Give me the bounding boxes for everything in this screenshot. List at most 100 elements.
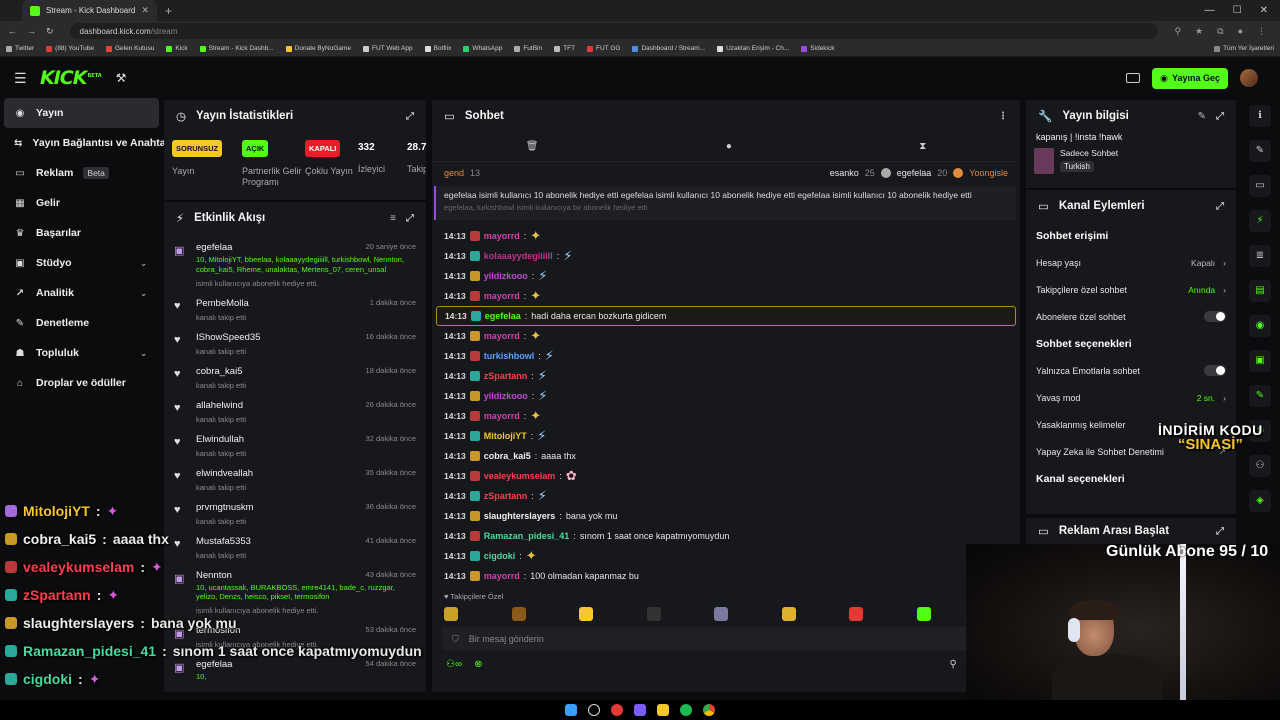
chat-username[interactable]: MitolojiYT	[484, 431, 527, 441]
info-icon[interactable]: ℹ	[1240, 98, 1280, 133]
sidebar-item-community[interactable]: ☗ Topluluk ⌄	[4, 338, 159, 368]
chat-message[interactable]: 14:13 egefelaa: hadi daha ercan bozkurta g…	[436, 306, 1016, 326]
captions-icon[interactable]	[1126, 73, 1141, 83]
app-icon[interactable]	[611, 704, 623, 716]
chat-username[interactable]: vealeykumselam	[484, 471, 556, 481]
bookmark[interactable]: Uzaktan Erişim - Ch...	[717, 45, 789, 52]
category-thumbnail[interactable]	[1034, 148, 1054, 174]
chat-message[interactable]: 14:13 mayorrd:100 olmadan kapanmaz bu	[444, 566, 1008, 586]
emote-icon[interactable]	[781, 607, 796, 621]
browser-tab[interactable]: Stream - Kick Dashboard ✕	[22, 0, 157, 21]
expand-icon[interactable]: ⤢	[406, 213, 414, 224]
feed-username[interactable]: cobra_kai5	[196, 366, 242, 377]
forward-icon[interactable]: →	[27, 26, 36, 36]
edit-icon[interactable]: ✎	[1198, 111, 1206, 122]
chat-message[interactable]: 14:13 zSpartann: ⚡	[444, 366, 1008, 386]
bookmark[interactable]: Twitter	[6, 45, 34, 52]
feed-item[interactable]: ♥ elwindveallah 35 dakika önce kanalı takip…	[164, 462, 426, 496]
leader-name[interactable]: gend	[444, 168, 464, 178]
chat-username[interactable]: Ramazan_pidesi_41	[484, 531, 570, 541]
new-tab-icon[interactable]: +	[165, 4, 172, 18]
feed-item[interactable]: ♥ cobra_kai5 18 dakika önce kanalı takip et…	[164, 360, 426, 394]
profile-icon[interactable]: ●	[1238, 26, 1243, 37]
chat-message[interactable]: 14:13 zSpartann: ⚡	[444, 486, 1008, 506]
sidebar-item-analytics[interactable]: ↗ Analitik ⌄	[4, 278, 159, 308]
chat-message[interactable]: 14:13 mayorrd: ✦	[444, 326, 1008, 346]
hammer-icon[interactable]: ⚒	[116, 71, 127, 85]
chat-message[interactable]: 14:13 turkishbowl: ⚡	[444, 346, 1008, 366]
chat-message[interactable]: 14:13 yildizkooo: ⚡	[444, 266, 1008, 286]
subs-chat-toggle[interactable]	[1204, 311, 1226, 322]
folder-icon[interactable]	[657, 704, 669, 716]
sidebar-item-stream[interactable]: ◉ Yayın	[4, 98, 159, 128]
feed-username[interactable]: PembeMolla	[196, 298, 249, 309]
chat-message[interactable]: 14:13 vealeykumselam: ✿	[444, 466, 1008, 486]
reload-icon[interactable]: ↻	[46, 26, 54, 37]
sidebar-item-ads[interactable]: ▭ Reklam Beta	[4, 158, 159, 188]
chat-message[interactable]: 14:13 slaughterslayers: bana yok mu	[444, 506, 1008, 526]
edit-icon[interactable]: ✎	[1240, 133, 1280, 168]
message-icon[interactable]: ▤	[1240, 273, 1280, 308]
filter-icon[interactable]: ≡	[390, 213, 396, 224]
bookmark[interactable]: Donate ByNoGame	[285, 45, 351, 52]
chat-username[interactable]: zSpartann	[484, 491, 528, 501]
sidebar-item-stream-key[interactable]: ⇆ Yayın Bağlantısı ve Anahtarı	[4, 128, 173, 158]
bookmark[interactable]: Botfiix	[424, 45, 451, 52]
extensions-icon[interactable]: ⧉	[1217, 26, 1223, 37]
hourglass-icon[interactable]: ⧗	[919, 141, 926, 152]
bookmark[interactable]: FUT GG	[587, 45, 620, 52]
chat-username[interactable]: mayorrd	[484, 411, 520, 421]
leader-name[interactable]: egefelaa	[897, 168, 932, 178]
chat-username[interactable]: kolaaayydegiiiill	[484, 251, 553, 261]
save-icon[interactable]: ▣	[1240, 343, 1280, 378]
pinned-message[interactable]: egefelaa isimli kullanıcı 10 abonelik he…	[434, 186, 1016, 220]
bookmark[interactable]: WhatsApp	[463, 45, 502, 52]
expand-icon[interactable]: ⤢	[1216, 201, 1224, 212]
chat-username[interactable]: yildizkooo	[484, 271, 528, 281]
chat-input[interactable]: ⛉ Bir mesaj gönderin	[442, 627, 1010, 651]
emote-icon[interactable]	[916, 607, 931, 621]
bookmark[interactable]: (88) YouTube	[46, 45, 94, 52]
sidebar-item-drops[interactable]: ⌂ Droplar ve ödüller	[4, 368, 159, 398]
more-icon[interactable]: ⋮	[998, 111, 1008, 122]
close-tab-icon[interactable]: ✕	[141, 5, 149, 16]
list-icon[interactable]: ≣	[1240, 238, 1280, 273]
sidebar-item-studio[interactable]: ▣ Stüdyo ⌄	[4, 248, 159, 278]
bookmark[interactable]: Stream - Kick Dashb...	[199, 45, 274, 52]
chat-username[interactable]: yildizkooo	[484, 391, 528, 401]
search-icon[interactable]: ⚲	[949, 659, 956, 670]
chat-username[interactable]: cobra_kai5	[484, 451, 531, 461]
zoom-icon[interactable]: ⚲	[1174, 26, 1181, 37]
bookmark[interactable]: FUT Web App	[363, 45, 413, 52]
chat-username[interactable]: mayorrd	[484, 231, 520, 241]
address-field[interactable]: dashboard.kick.com/stream	[69, 23, 1159, 39]
feed-username[interactable]: elwindveallah	[196, 468, 253, 479]
close-window-icon[interactable]: ✕	[1260, 5, 1268, 16]
bookmark[interactable]: Kick	[166, 45, 188, 52]
clock-icon[interactable]: ◉	[1240, 308, 1280, 343]
menu-icon[interactable]: ⋮	[1257, 26, 1266, 37]
go-live-button[interactable]: ◉ Yayına Geç	[1152, 67, 1228, 89]
chat-username[interactable]: mayorrd	[484, 571, 520, 581]
chat-username[interactable]: mayorrd	[484, 291, 520, 301]
chat-message[interactable]: 14:13 mayorrd: ✦	[444, 226, 1008, 246]
emote-icon[interactable]	[849, 607, 863, 621]
chat-message[interactable]: 14:13 Ramazan_pidesi_41: sınom 1 saat once…	[444, 526, 1008, 546]
search-icon[interactable]	[588, 704, 600, 716]
chat-username[interactable]: slaughterslayers	[484, 511, 556, 521]
sidebar-item-achievements[interactable]: ♛ Başarılar	[4, 218, 159, 248]
minimize-icon[interactable]: —	[1205, 5, 1215, 16]
chat-icon[interactable]: ▭	[1240, 168, 1280, 203]
chat-message[interactable]: 14:13 mayorrd: ✦	[444, 406, 1008, 426]
chat-username[interactable]: zSpartann	[484, 371, 528, 381]
wrench-icon[interactable]: ✎	[1240, 378, 1280, 413]
bookmark[interactable]: Dashboard / Stream...	[632, 45, 705, 52]
followers-chat-setting[interactable]: Takipçilere özel sohbet Anında ›	[1026, 276, 1236, 303]
leader-name[interactable]: Yoongisle	[969, 168, 1008, 178]
feed-item[interactable]: ♥ PembeMolla 1 dakika önce kanalı takip ett…	[164, 292, 426, 326]
panel-title[interactable]: Reklam Arası Başlat	[1059, 525, 1169, 537]
feed-item[interactable]: ▣ egefelaa 20 saniye önce 10, MitolojiYT, b…	[164, 236, 426, 292]
hamburger-menu-icon[interactable]: ☰	[14, 70, 28, 87]
emote-icon[interactable]	[511, 607, 526, 621]
chat-message[interactable]: 14:13 mayorrd: ✦	[444, 286, 1008, 306]
